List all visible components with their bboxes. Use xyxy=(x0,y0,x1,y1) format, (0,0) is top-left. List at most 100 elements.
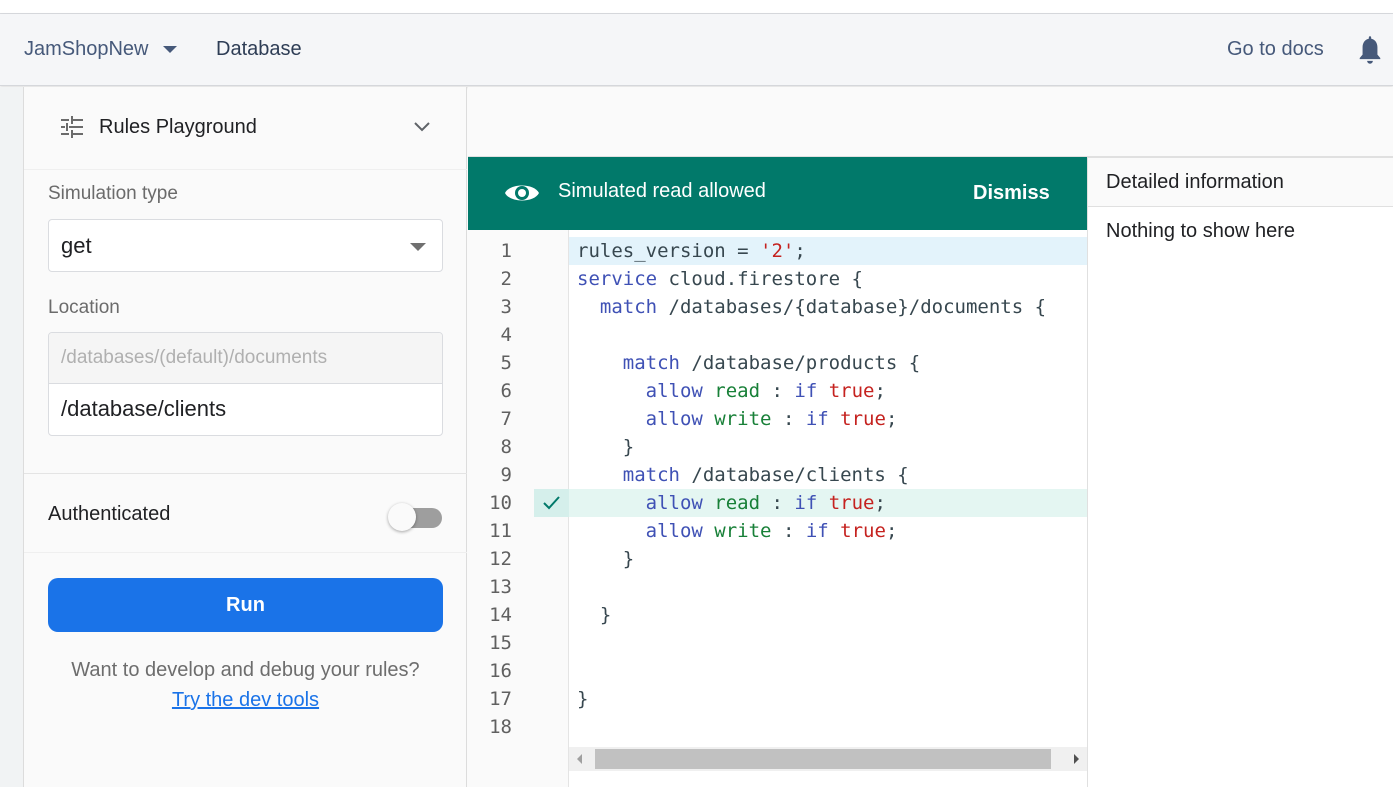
code-token: true xyxy=(840,520,886,542)
code-token: /database/products { xyxy=(679,352,921,374)
line-number: 17 xyxy=(489,688,512,710)
run-button[interactable]: Run xyxy=(48,578,443,632)
code-line[interactable] xyxy=(569,657,1087,685)
code-line[interactable]: match /database/clients { xyxy=(569,461,1087,489)
code-token: match xyxy=(622,352,680,374)
code-token: if xyxy=(805,520,829,542)
code-token: true xyxy=(828,380,875,402)
detailed-information-panel: Detailed information Nothing to show her… xyxy=(1087,157,1393,787)
detailed-information-empty: Nothing to show here xyxy=(1106,220,1296,242)
code-line[interactable] xyxy=(569,713,1087,741)
code-token: write xyxy=(714,408,772,430)
check-icon xyxy=(543,496,560,510)
code-token: write xyxy=(714,520,772,542)
line-number: 5 xyxy=(500,352,512,374)
code-token: read xyxy=(714,492,761,514)
code-line[interactable] xyxy=(569,573,1087,601)
dropdown-arrow-icon xyxy=(410,243,426,251)
code-token: allow xyxy=(645,492,703,514)
code-line[interactable] xyxy=(569,321,1087,349)
editor-toolbar-area xyxy=(468,87,1393,157)
code-line[interactable]: allow read : if true; xyxy=(569,377,1087,405)
code-line[interactable]: allow write : if true; xyxy=(569,517,1087,545)
code-token: if xyxy=(794,380,818,402)
eye-icon xyxy=(505,185,539,201)
location-path-input[interactable]: /database/clients xyxy=(49,384,442,435)
rules-playground-panel: Rules Playground Simulation type get Loc… xyxy=(24,87,467,787)
code-line[interactable]: } xyxy=(569,601,1087,629)
code-line[interactable]: } xyxy=(569,433,1087,461)
code-token: if xyxy=(805,408,829,430)
rules-playground-header[interactable]: Rules Playground xyxy=(24,87,467,170)
code-token: } xyxy=(577,688,589,710)
code-token: allow xyxy=(645,380,703,402)
simulation-result-banner: Simulated read allowed Dismiss xyxy=(468,157,1087,230)
project-selector[interactable]: JamShopNew xyxy=(24,38,177,61)
go-to-docs-link[interactable]: Go to docs xyxy=(1227,38,1324,61)
code-token: : xyxy=(771,520,806,542)
code-token: } xyxy=(577,436,635,458)
line-number: 4 xyxy=(500,324,512,346)
code-line[interactable]: match /databases/{database}/documents { xyxy=(569,293,1087,321)
code-token: ; xyxy=(885,408,898,430)
code-token: } xyxy=(577,548,635,570)
scroll-right-icon[interactable] xyxy=(1074,754,1079,764)
banner-message: Simulated read allowed xyxy=(558,180,766,202)
scroll-left-icon[interactable] xyxy=(577,754,582,764)
code-token: read xyxy=(714,380,761,402)
project-name: JamShopNew xyxy=(24,38,149,60)
dev-tools-link-text[interactable]: Try the dev tools xyxy=(172,689,319,711)
code-token: rules_version = xyxy=(577,240,761,262)
code-token: : xyxy=(760,492,795,514)
code-token: /databases/{database}/documents { xyxy=(657,296,1047,318)
code-line[interactable]: match /database/products { xyxy=(569,349,1087,377)
line-number: 14 xyxy=(489,604,512,626)
code-token: match xyxy=(622,464,680,486)
dev-tools-hint: Want to develop and debug your rules? xyxy=(71,659,420,681)
simulation-type-label: Simulation type xyxy=(48,183,178,204)
bell-icon[interactable] xyxy=(1356,34,1384,66)
detailed-information-title: Detailed information xyxy=(1088,157,1393,207)
location-label: Location xyxy=(48,297,120,318)
line-number: 7 xyxy=(500,408,512,430)
code-token: allow xyxy=(645,520,703,542)
line-number: 9 xyxy=(500,464,512,486)
code-token: allow xyxy=(645,408,703,430)
code-token: ; xyxy=(794,240,806,262)
dev-tools-link[interactable]: Try the dev tools xyxy=(24,689,467,712)
line-number: 13 xyxy=(489,576,512,598)
scrollbar-thumb[interactable] xyxy=(595,749,1051,769)
authenticated-toggle[interactable] xyxy=(388,503,444,531)
chevron-down-icon[interactable] xyxy=(412,117,432,137)
caret-down-icon xyxy=(162,46,177,53)
code-line[interactable] xyxy=(569,629,1087,657)
simulation-type-select[interactable]: get xyxy=(48,219,443,272)
code-line[interactable]: rules_version = '2'; xyxy=(569,237,1087,265)
code-line[interactable]: allow read : if true; xyxy=(569,489,1087,517)
left-nav-rail xyxy=(0,87,24,787)
location-prefix: /databases/(default)/documents xyxy=(49,333,442,384)
code-token: : xyxy=(771,408,806,430)
code-token: '2' xyxy=(760,240,795,262)
code-line[interactable]: allow write : if true; xyxy=(569,405,1087,433)
browser-top-strip xyxy=(0,0,1393,14)
code-token: ; xyxy=(874,380,886,402)
code-token: : xyxy=(760,380,795,402)
code-line[interactable]: } xyxy=(569,545,1087,573)
code-line[interactable]: } xyxy=(569,685,1087,713)
code-token: true xyxy=(840,408,886,430)
code-line[interactable]: service cloud.firestore { xyxy=(569,265,1087,293)
breadcrumb[interactable]: Database xyxy=(216,38,302,61)
dismiss-button[interactable]: Dismiss xyxy=(973,182,1050,205)
horizontal-scrollbar[interactable] xyxy=(569,747,1087,771)
rules-code-editor[interactable]: 1 rules_version = '2'; 2 service cloud.fire… xyxy=(468,230,1087,787)
